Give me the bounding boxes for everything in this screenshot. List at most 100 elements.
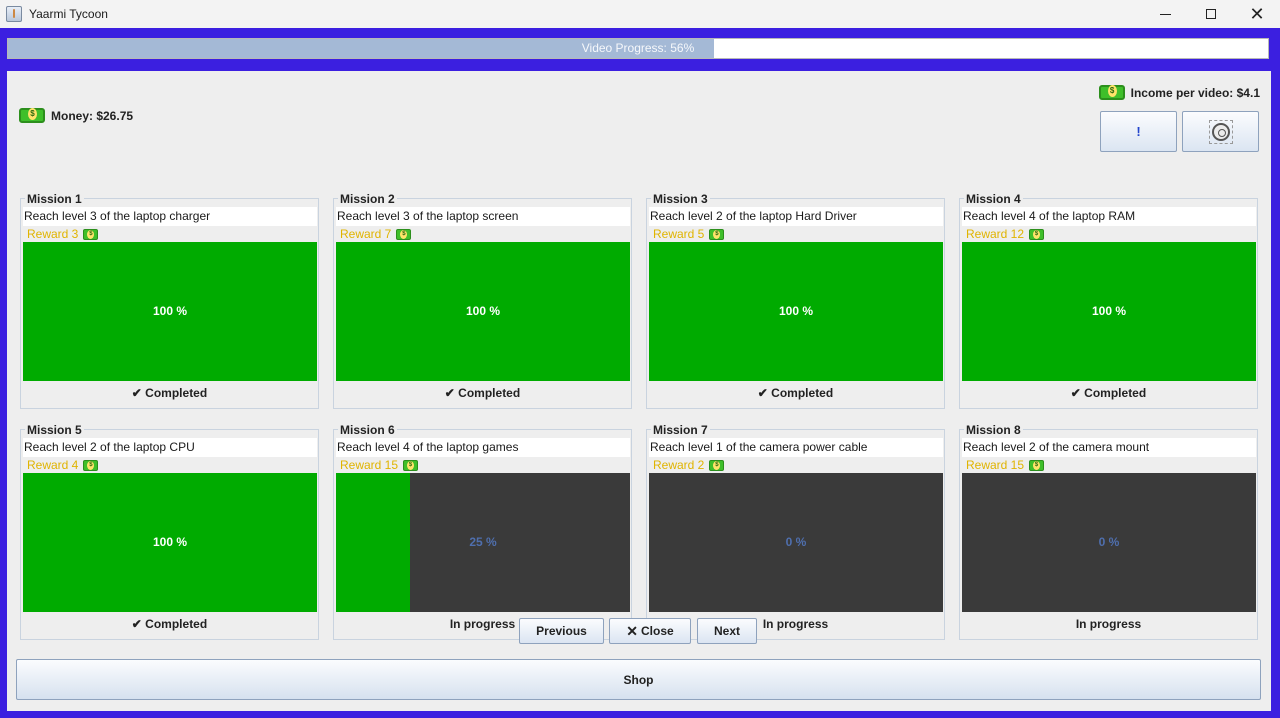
mission-progress-bar: 100 %: [336, 242, 630, 381]
mission-progress-bar: 100 %: [23, 473, 317, 612]
mission-card: Mission 5 Reach level 2 of the laptop CPU…: [20, 423, 319, 640]
mission-description: Reach level 1 of the camera power cable: [649, 438, 943, 457]
mission-status: ✔ Completed: [131, 617, 208, 631]
money-display: Money: $26.75: [19, 108, 133, 123]
video-progress-label: Video Progress: 56%: [581, 41, 695, 55]
window-controls: ✕: [1142, 0, 1280, 28]
income-text: Income per video: $4.1: [1130, 85, 1260, 100]
mission-status: In progress: [1075, 617, 1142, 631]
close-icon: ✕: [626, 623, 639, 639]
next-label: Next: [713, 624, 740, 638]
mission-status: In progress: [762, 617, 829, 631]
mission-card: Mission 2 Reach level 3 of the laptop scr…: [333, 192, 632, 409]
money-icon: [709, 228, 725, 240]
minimize-icon: [1159, 13, 1171, 15]
mission-description: Reach level 3 of the laptop charger: [23, 207, 317, 226]
mission-progress-bar: 100 %: [649, 242, 943, 381]
alert-button[interactable]: !: [1100, 111, 1177, 152]
income-display: Income per video: $4.1: [1098, 85, 1260, 100]
mission-card: Mission 4 Reach level 4 of the laptop RAM…: [959, 192, 1258, 409]
gear-icon: [1211, 122, 1230, 141]
maximize-button[interactable]: [1188, 0, 1234, 28]
mission-status: ✔ Completed: [1070, 386, 1147, 400]
window-title: Yaarmi Tycoon: [29, 7, 108, 21]
mission-progress-bar: 100 %: [962, 242, 1256, 381]
java-app-icon: [6, 6, 22, 22]
mission-description: Reach level 2 of the laptop Hard Driver: [649, 207, 943, 226]
mission-progress-percent: 100 %: [778, 304, 814, 318]
previous-label: Previous: [536, 624, 587, 638]
alert-label: !: [1136, 124, 1141, 139]
mission-reward-text: Reward 7: [340, 227, 392, 241]
money-icon: [403, 459, 419, 471]
mission-title: Mission 4: [964, 192, 1023, 206]
mission-title: Mission 5: [25, 423, 84, 437]
settings-icon-frame: [1208, 119, 1233, 144]
mission-reward-text: Reward 5: [653, 227, 705, 241]
money-icon: [83, 459, 99, 471]
mission-progress-percent: 0 %: [785, 535, 807, 549]
mission-card: Mission 8 Reach level 2 of the camera mou…: [959, 423, 1258, 640]
mission-reward: Reward 4: [27, 457, 99, 473]
mission-reward: Reward 2: [653, 457, 725, 473]
mission-reward-text: Reward 4: [27, 458, 79, 472]
mission-progress-percent: 0 %: [1098, 535, 1120, 549]
mission-reward: Reward 3: [27, 226, 99, 242]
mission-progress-bar: 0 %: [962, 473, 1256, 612]
close-window-button[interactable]: ✕: [1234, 0, 1280, 28]
mission-progress-percent: 25 %: [469, 535, 497, 549]
close-label: Close: [641, 624, 674, 638]
content-panel: Money: $26.75 Income per video: $4.1 ! M…: [7, 71, 1271, 711]
previous-button[interactable]: Previous: [519, 618, 604, 644]
shop-label: Shop: [623, 672, 654, 687]
mission-card: Mission 7 Reach level 1 of the camera pow…: [646, 423, 945, 640]
mission-progress-bar: 100 %: [23, 242, 317, 381]
money-icon: [396, 228, 412, 240]
mission-reward-text: Reward 15: [340, 458, 399, 472]
mission-description: Reach level 3 of the laptop screen: [336, 207, 630, 226]
mission-status: ✔ Completed: [131, 386, 208, 400]
mission-reward: Reward 15: [340, 457, 419, 473]
mission-progress-percent: 100 %: [152, 535, 188, 549]
mission-title: Mission 1: [25, 192, 84, 206]
main-frame: Video Progress: 56% Money: $26.75 Income…: [0, 28, 1280, 718]
close-icon: ✕: [1249, 4, 1265, 24]
money-text: Money: $26.75: [51, 108, 134, 123]
mission-card: Mission 3 Reach level 2 of the laptop Har…: [646, 192, 945, 409]
mission-progress-percent: 100 %: [1091, 304, 1127, 318]
mission-reward-text: Reward 3: [27, 227, 79, 241]
mission-progress-percent: 100 %: [465, 304, 501, 318]
mission-reward: Reward 7: [340, 226, 412, 242]
mission-card: Mission 1 Reach level 3 of the laptop cha…: [20, 192, 319, 409]
money-icon: [709, 459, 725, 471]
money-icon: [83, 228, 99, 240]
mission-description: Reach level 2 of the camera mount: [962, 438, 1256, 457]
mission-description: Reach level 4 of the laptop games: [336, 438, 630, 457]
maximize-icon: [1206, 9, 1216, 19]
money-icon: [1029, 459, 1045, 471]
mission-title: Mission 6: [338, 423, 397, 437]
mission-title: Mission 8: [964, 423, 1023, 437]
mission-title: Mission 7: [651, 423, 710, 437]
settings-button[interactable]: [1182, 111, 1259, 152]
mission-title: Mission 2: [338, 192, 397, 206]
money-icon: [1098, 85, 1125, 100]
mission-progress-bar: 0 %: [649, 473, 943, 612]
mission-status: ✔ Completed: [757, 386, 834, 400]
mission-status: ✔ Completed: [444, 386, 521, 400]
money-icon: [1029, 228, 1045, 240]
shop-button[interactable]: Shop: [16, 659, 1261, 700]
mission-card: Mission 6 Reach level 4 of the laptop gam…: [333, 423, 632, 640]
mission-reward: Reward 12: [966, 226, 1045, 242]
close-button[interactable]: ✕ Close: [609, 618, 691, 644]
mission-reward-text: Reward 2: [653, 458, 705, 472]
video-progress-bar: Video Progress: 56%: [7, 38, 1269, 59]
next-button[interactable]: Next: [697, 618, 757, 644]
mission-reward-text: Reward 12: [966, 227, 1025, 241]
minimize-button[interactable]: [1142, 0, 1188, 28]
title-bar: Yaarmi Tycoon ✕: [0, 0, 1280, 28]
mission-reward: Reward 5: [653, 226, 725, 242]
mission-progress-percent: 100 %: [152, 304, 188, 318]
mission-title: Mission 3: [651, 192, 710, 206]
mission-description: Reach level 4 of the laptop RAM: [962, 207, 1256, 226]
